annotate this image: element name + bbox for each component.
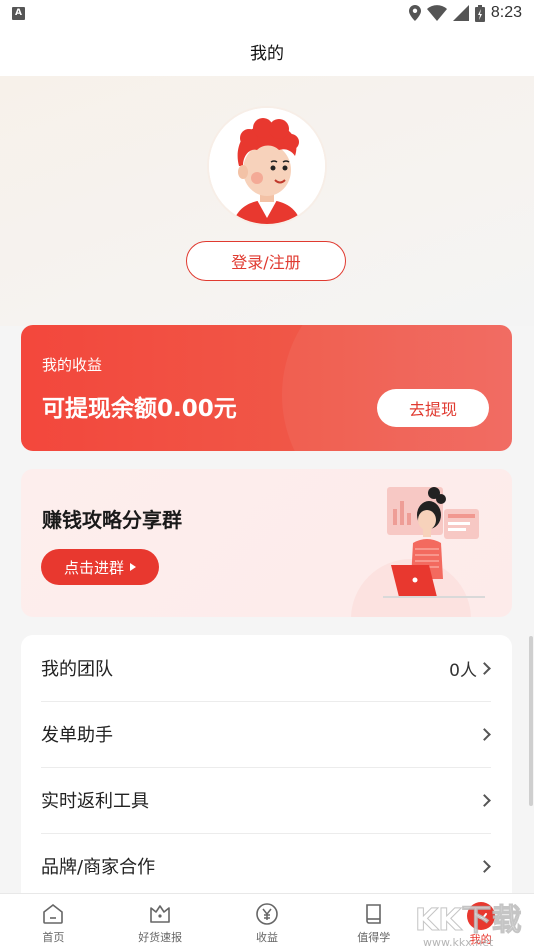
join-group-button[interactable]: 点击进群 bbox=[41, 549, 159, 585]
menu-item-brand-cooperation[interactable]: 品牌/商家合作 bbox=[41, 833, 491, 893]
tab-label: 收益 bbox=[255, 931, 278, 944]
settings-menu: 我的团队 0人 发单助手 实时返利工具 品牌/商家合作 bbox=[21, 635, 512, 893]
earnings-card: 我的收益 可提现余额0.00元 去提现 bbox=[21, 325, 512, 451]
chevron-right-icon bbox=[478, 793, 491, 807]
battery-icon bbox=[474, 4, 485, 22]
menu-item-label: 实时返利工具 bbox=[41, 791, 149, 812]
withdrawable-balance: 可提现余额0.00元 bbox=[42, 396, 237, 422]
scrollbar[interactable] bbox=[529, 636, 533, 806]
tab-label: 首页 bbox=[42, 931, 65, 944]
share-group-card[interactable]: 赚钱攻略分享群 点击进群 bbox=[21, 469, 512, 617]
play-arrow-icon bbox=[130, 563, 136, 571]
chevron-right-icon bbox=[478, 859, 491, 873]
menu-item-order-assistant[interactable]: 发单助手 bbox=[41, 701, 491, 767]
menu-item-label: 我的团队 bbox=[41, 659, 113, 680]
tab-label: 我的 bbox=[469, 933, 492, 946]
card-decoration bbox=[282, 325, 512, 451]
status-bar: A 8:23 bbox=[0, 0, 534, 26]
avatar[interactable] bbox=[209, 108, 325, 224]
join-group-label: 点击进群 bbox=[63, 558, 124, 577]
group-title: 赚钱攻略分享群 bbox=[42, 508, 182, 532]
tab-mine[interactable]: 我的 bbox=[427, 894, 534, 950]
girl-laptop-illustration bbox=[351, 487, 485, 617]
signal-icon bbox=[452, 5, 469, 21]
wifi-icon bbox=[426, 5, 447, 21]
withdraw-button[interactable]: 去提现 bbox=[377, 389, 489, 427]
book-icon bbox=[365, 904, 381, 924]
chevron-right-icon bbox=[478, 661, 491, 675]
earnings-label: 我的收益 bbox=[42, 356, 103, 374]
tab-label: 好货速报 bbox=[138, 931, 183, 944]
menu-item-my-team[interactable]: 我的团队 0人 bbox=[41, 635, 491, 701]
page-title: 我的 bbox=[250, 43, 284, 64]
home-icon bbox=[43, 903, 64, 924]
location-icon bbox=[408, 5, 421, 21]
bottom-tab-bar: 首页 好货速报 收益 值得学 我的 bbox=[0, 893, 534, 950]
page-title-bar: 我的 bbox=[0, 26, 534, 76]
tab-home[interactable]: 首页 bbox=[0, 894, 107, 950]
login-register-button[interactable]: 登录/注册 bbox=[186, 241, 346, 281]
cartoon-avatar-icon bbox=[209, 108, 325, 224]
tab-label: 值得学 bbox=[357, 931, 391, 944]
tab-good-deals[interactable]: 好货速报 bbox=[107, 894, 214, 950]
menu-item-label: 品牌/商家合作 bbox=[41, 857, 156, 878]
yuan-icon bbox=[256, 903, 278, 925]
crown-icon bbox=[150, 905, 170, 923]
team-count: 0人 bbox=[449, 660, 477, 681]
notification-icon: A bbox=[12, 6, 25, 20]
chevron-right-icon bbox=[478, 727, 491, 741]
tab-earnings[interactable]: 收益 bbox=[214, 894, 321, 950]
smile-icon bbox=[466, 902, 495, 930]
tab-learn[interactable]: 值得学 bbox=[320, 894, 427, 950]
menu-item-label: 发单助手 bbox=[41, 725, 113, 746]
menu-item-rebate-tool[interactable]: 实时返利工具 bbox=[41, 767, 491, 833]
status-time: 8:23 bbox=[490, 4, 522, 21]
